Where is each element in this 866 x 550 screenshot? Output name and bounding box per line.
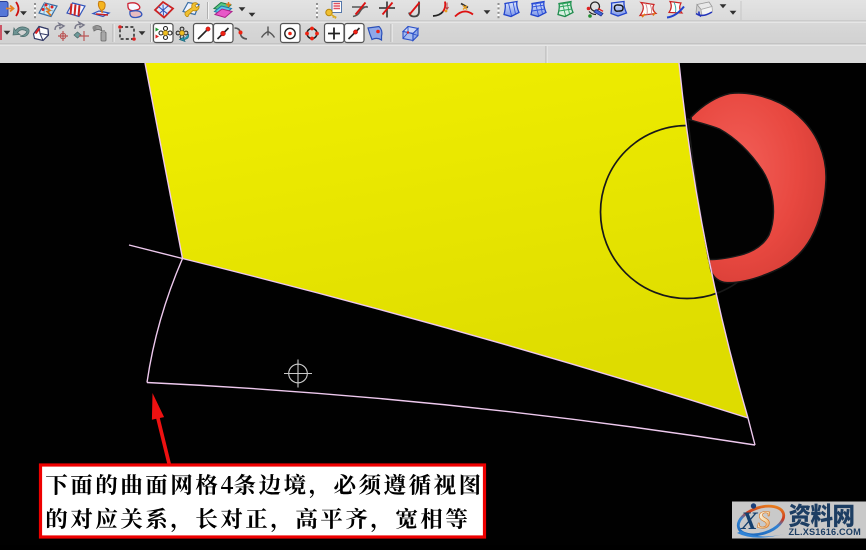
svg-text:S: S <box>757 507 771 534</box>
svg-text:ZL.XS1616.COM: ZL.XS1616.COM <box>789 527 862 537</box>
